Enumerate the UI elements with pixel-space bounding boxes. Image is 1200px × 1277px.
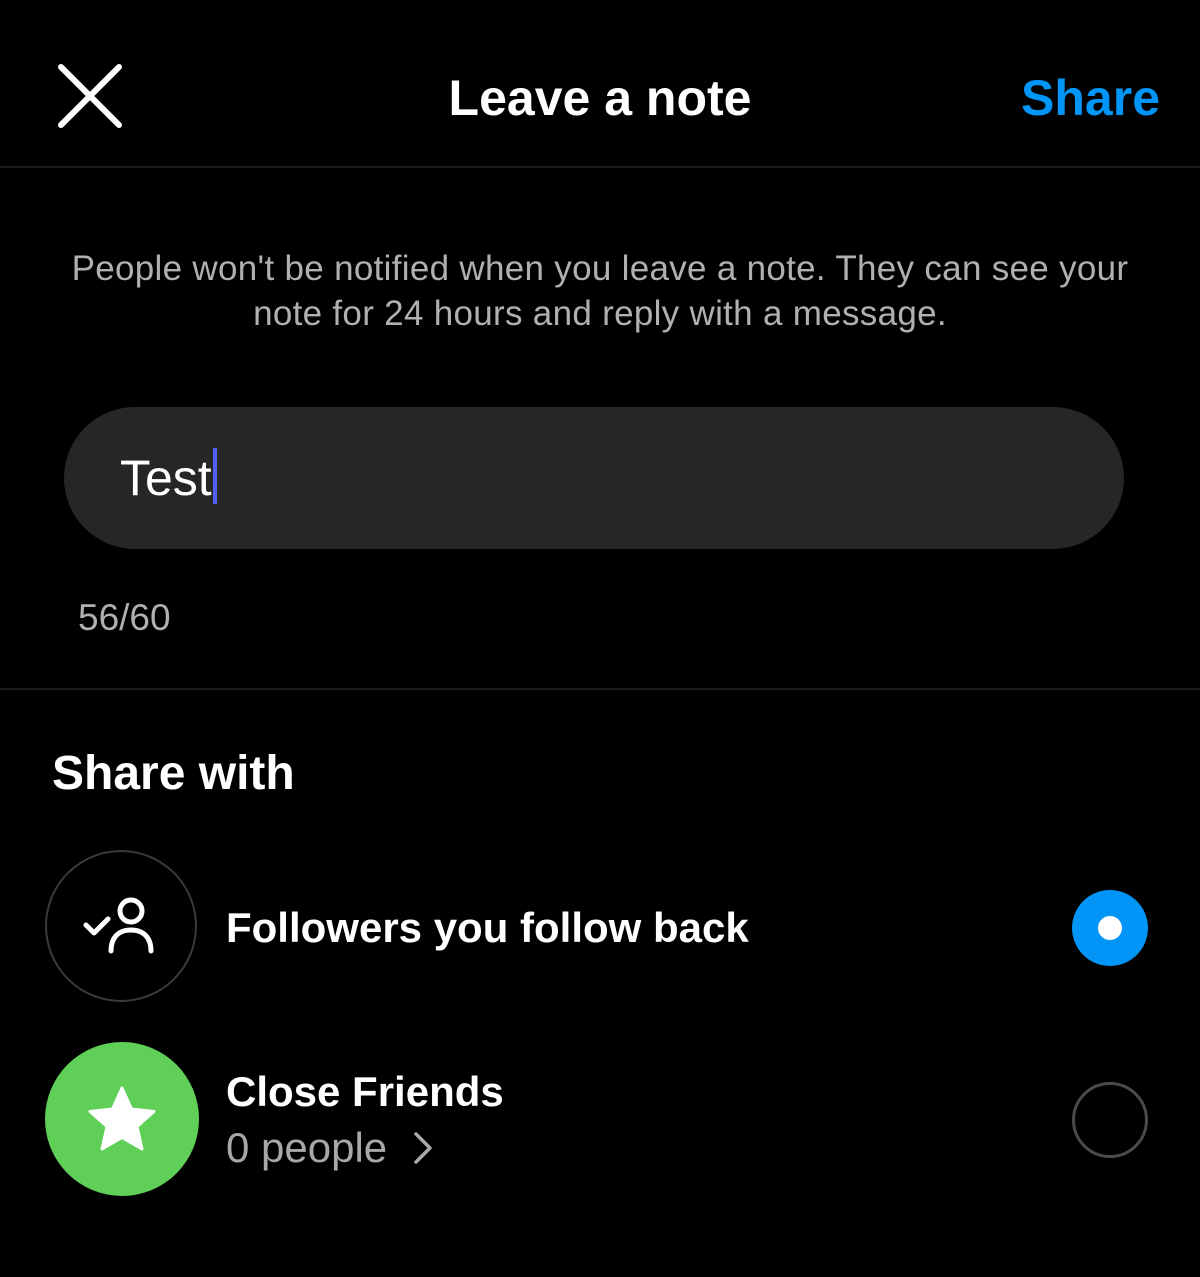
share-with-title: Share with bbox=[52, 747, 295, 800]
chevron-right-icon bbox=[413, 1131, 433, 1165]
close-friends-count-link[interactable]: 0 people bbox=[226, 1122, 433, 1174]
radio-selected[interactable] bbox=[1072, 890, 1148, 966]
radio-unselected[interactable] bbox=[1072, 1082, 1148, 1158]
option-close-friends[interactable]: Close Friends 0 people bbox=[0, 1040, 1200, 1198]
option-label: Close Friends bbox=[226, 1068, 504, 1115]
close-friends-icon-circle bbox=[45, 1042, 199, 1196]
page-title: Leave a note bbox=[448, 70, 752, 126]
close-icon bbox=[58, 64, 122, 128]
header-bar: Leave a note Share bbox=[0, 0, 1200, 168]
close-button[interactable] bbox=[50, 58, 130, 134]
share-button[interactable]: Share bbox=[1021, 66, 1160, 130]
option-label: Followers you follow back bbox=[226, 904, 749, 951]
radio-dot bbox=[1098, 916, 1122, 940]
text-caret bbox=[212, 448, 217, 504]
option-followers-you-follow-back[interactable]: Followers you follow back bbox=[0, 850, 1200, 1006]
note-input-value: Test bbox=[120, 450, 212, 506]
followers-check-icon bbox=[83, 897, 154, 954]
followers-icon-circle bbox=[45, 850, 197, 1002]
character-counter: 56/60 bbox=[78, 597, 171, 638]
star-icon bbox=[88, 1086, 156, 1151]
note-input[interactable]: Test bbox=[64, 407, 1124, 549]
info-text: People won't be notified when you leave … bbox=[71, 249, 1129, 333]
section-divider bbox=[0, 688, 1200, 690]
close-friends-count: 0 people bbox=[226, 1124, 388, 1171]
